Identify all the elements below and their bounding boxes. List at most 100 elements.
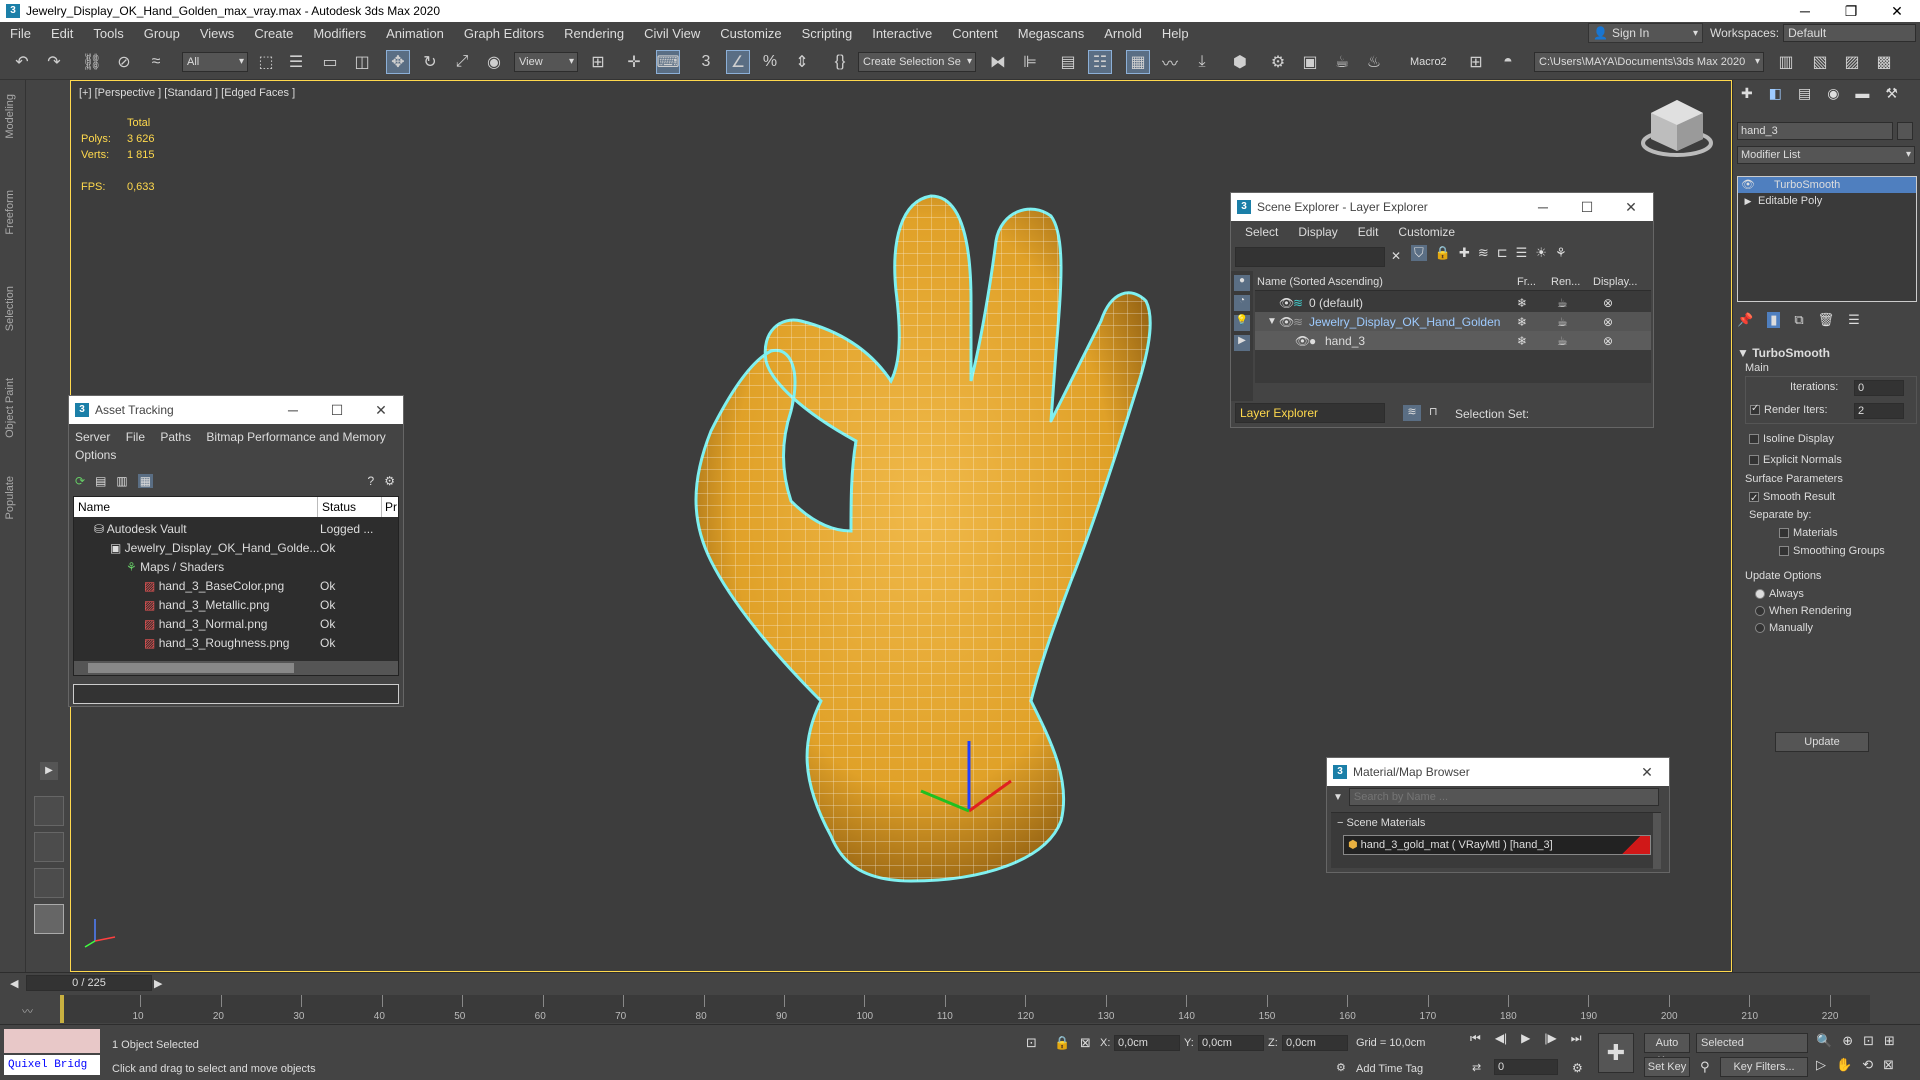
maximize-viewport-icon[interactable]: ⊠ [1883, 1057, 1894, 1073]
project-folder-icon[interactable]: ▧ [1808, 50, 1832, 74]
mirror-icon[interactable]: ⧓ [986, 50, 1010, 74]
menu-views[interactable]: Views [190, 26, 244, 41]
curve-editor-icon[interactable]: 〰 [1158, 50, 1182, 74]
modifier-list-dropdown[interactable]: Modifier List ▾ [1737, 146, 1915, 164]
list-view-icon[interactable]: ▤ [95, 474, 106, 488]
workspace-selector[interactable]: Workspaces: Default [1710, 23, 1920, 43]
nest-icon[interactable]: ⚘ [1555, 245, 1567, 261]
display-objects-icon[interactable]: ● [1234, 275, 1250, 291]
render-icon[interactable]: ☕ [1557, 296, 1603, 310]
isoline-display-checkbox[interactable]: Isoline Display [1737, 428, 1917, 450]
key-filter-icon[interactable]: ⚲ [1700, 1059, 1710, 1075]
display-icon[interactable]: ⊗ [1603, 315, 1613, 329]
object-color-swatch[interactable] [1897, 122, 1913, 140]
minimize-icon[interactable]: ─ [271, 402, 315, 418]
expand-arrow-icon[interactable]: ▶ [1738, 193, 1758, 209]
z-coord-field[interactable]: 0,0cm [1282, 1035, 1348, 1051]
zoom-extents-icon[interactable]: ⊡ [1863, 1033, 1874, 1049]
menu-create[interactable]: Create [244, 26, 303, 41]
layer-manager-icon[interactable]: ▤ [1056, 50, 1080, 74]
named-selection-dropdown[interactable]: Create Selection Se [858, 52, 976, 72]
show-end-result-icon[interactable]: ▮ [1767, 312, 1781, 328]
search-options-icon[interactable]: ▼ [1333, 792, 1343, 803]
percent-snap-icon[interactable]: % [758, 50, 782, 74]
pin-stack-icon[interactable]: 📌 [1737, 312, 1753, 328]
material-search-input[interactable] [1348, 788, 1659, 806]
layer-settings-icon[interactable]: ☰ [1516, 245, 1528, 261]
table-row[interactable]: ▨ hand_3_BaseColor.png Ok [144, 576, 394, 595]
freeze-icon[interactable]: ❄ [1517, 315, 1557, 329]
display-icon[interactable]: ⊗ [1603, 296, 1613, 310]
rollout-title[interactable]: ▼ TurboSmooth [1737, 346, 1917, 362]
col-name[interactable]: Name (Sorted Ascending) [1255, 273, 1517, 290]
project-options-icon[interactable]: ▩ [1872, 50, 1896, 74]
menu-arnold[interactable]: Arnold [1094, 26, 1152, 41]
table-row[interactable]: ▨ hand_3_Metallic.png Ok [144, 595, 394, 614]
menu-file[interactable]: File [126, 430, 145, 444]
prev-frame-icon[interactable]: ◀ [10, 977, 18, 990]
absolute-mode-icon[interactable]: ⊠ [1080, 1035, 1091, 1051]
table-row[interactable]: ⚘ Maps / Shaders [126, 557, 396, 576]
hierarchy-tab-icon[interactable]: ▤ [1798, 85, 1811, 102]
add-time-tag[interactable]: Add Time Tag [1356, 1063, 1423, 1075]
key-mode-icon[interactable]: ⇄ [1472, 1061, 1481, 1074]
angle-snap-icon[interactable]: ∠ [726, 50, 750, 74]
vertical-scrollbar[interactable] [1653, 813, 1661, 869]
rendered-frame-window-icon[interactable]: ▣ [1298, 50, 1322, 74]
object-row-hand[interactable]: 👁 ● hand_3 ❄ ☕ ⊗ [1255, 331, 1651, 350]
menu-file[interactable]: File [0, 26, 41, 41]
selection-lock-icon[interactable]: 🔒 [1054, 1035, 1070, 1051]
undo-icon[interactable]: ↶ [10, 50, 34, 74]
play-icon[interactable]: ▶ [1521, 1031, 1530, 1046]
hierarchy-icon[interactable]: ⊏ [1497, 245, 1508, 261]
motion-tab-icon[interactable]: ◉ [1827, 85, 1839, 102]
display-tab-icon[interactable]: ▬ [1855, 85, 1869, 101]
clear-search-icon[interactable]: ✕ [1391, 249, 1401, 263]
eye-icon[interactable]: 👁 [1279, 315, 1294, 329]
macro-label[interactable]: Macro2 [1410, 56, 1447, 68]
table-row[interactable]: ⛁ Autodesk Vault Logged ... [94, 519, 394, 538]
isolate-icon[interactable]: ⊡ [1026, 1035, 1037, 1051]
material-editor-icon[interactable]: ⬢ [1228, 50, 1252, 74]
modify-tab-icon[interactable]: ◧ [1769, 85, 1782, 102]
edit-named-selection-icon[interactable]: {} [828, 50, 852, 74]
unlink-icon[interactable]: ⊘ [112, 50, 136, 74]
tab-modeling[interactable]: Modeling [4, 94, 16, 139]
when-rendering-radio[interactable]: When Rendering [1737, 603, 1917, 620]
render-iters-checkbox[interactable] [1750, 403, 1764, 416]
menu-edit[interactable]: Edit [41, 26, 83, 41]
smoothing-groups-checkbox[interactable]: Smoothing Groups [1737, 542, 1917, 560]
render-production-icon[interactable]: ☕ [1330, 50, 1354, 74]
always-radio[interactable]: Always [1737, 586, 1917, 603]
scale-icon[interactable]: ⤢ [450, 50, 474, 74]
group-collapse-icon[interactable]: − [1337, 817, 1343, 829]
menu-megascans[interactable]: Megascans [1008, 26, 1094, 41]
help-icon[interactable]: ? [368, 474, 375, 488]
material-item[interactable]: ⬢ hand_3_gold_mat ( VRayMtl ) [hand_3] [1343, 835, 1651, 855]
table-row[interactable]: ▨ hand_3_Normal.png Ok [144, 614, 394, 633]
close-icon[interactable]: ✕ [359, 402, 403, 419]
asset-tracking-titlebar[interactable]: 3 Asset Tracking ─ ☐ ✕ [69, 396, 403, 424]
render-setup-icon[interactable]: ⚙ [1266, 50, 1290, 74]
layout-four-icon[interactable] [34, 796, 64, 826]
sign-in-dropdown[interactable]: 👤 Sign In ▾ [1588, 23, 1703, 43]
table-row[interactable]: ▣ Jewelry_Display_OK_Hand_Golde... Ok [110, 538, 400, 557]
menu-select[interactable]: Select [1245, 225, 1278, 239]
horizontal-scrollbar[interactable] [74, 661, 398, 675]
viewcube-icon[interactable] [1637, 95, 1717, 165]
eye-icon[interactable]: 👁 [1295, 334, 1310, 348]
make-unique-icon[interactable]: ⧉ [1794, 312, 1803, 328]
orbit-icon[interactable]: ⟲ [1862, 1057, 1873, 1073]
remove-modifier-icon[interactable]: 🗑 [1818, 312, 1835, 328]
table-view-icon[interactable]: ▦ [137, 474, 154, 488]
material-group[interactable]: − Scene Materials [1331, 813, 1661, 833]
menu-content[interactable]: Content [942, 26, 1008, 41]
tab-object-paint[interactable]: Object Paint [4, 378, 16, 438]
go-to-start-icon[interactable]: ⏮ [1470, 1031, 1481, 1046]
explicit-normals-checkbox[interactable]: Explicit Normals [1737, 450, 1917, 470]
time-config-icon[interactable]: ⚙ [1572, 1061, 1583, 1075]
tab-selection[interactable]: Selection [4, 286, 16, 331]
display-icon[interactable]: ⊗ [1603, 334, 1613, 348]
asset-path-field[interactable] [73, 684, 399, 704]
collapse-arrow-icon[interactable]: ▼ [1267, 316, 1279, 327]
